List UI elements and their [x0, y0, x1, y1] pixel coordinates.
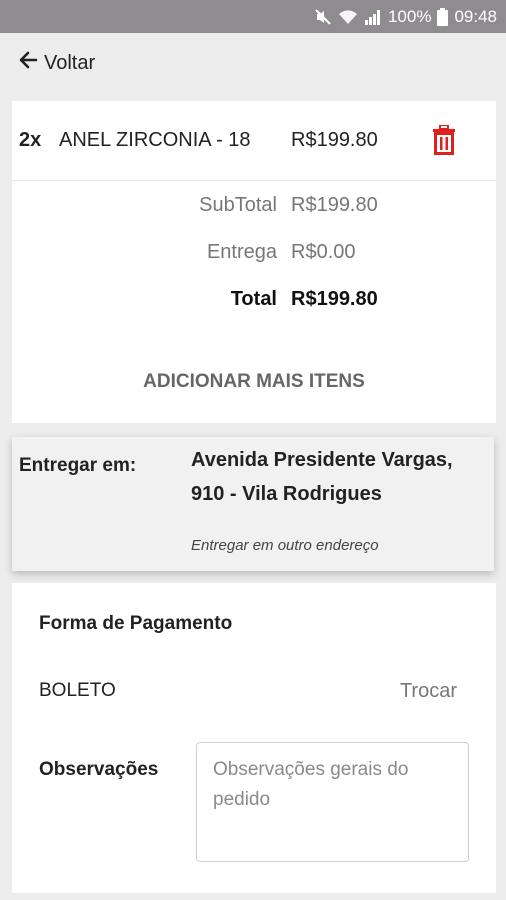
- payment-card: Forma de Pagamento BOLETO Trocar Observa…: [12, 583, 496, 893]
- delivery-fee-label: Entrega: [206, 241, 277, 263]
- trash-icon: [432, 124, 456, 160]
- subtotal-row: SubTotal R$199.80: [12, 194, 496, 224]
- item-quantity: 2x: [19, 129, 42, 151]
- battery-percentage: 100%: [387, 6, 432, 26]
- change-address-link[interactable]: Entregar em outro endereço: [191, 537, 379, 554]
- app-header: Voltar: [0, 33, 506, 93]
- subtotal-label: SubTotal: [199, 194, 277, 216]
- status-bar: 100% 09:48: [0, 0, 506, 33]
- total-row: Total R$199.80: [12, 288, 496, 318]
- back-button[interactable]: Voltar: [18, 50, 95, 76]
- change-payment-button[interactable]: Trocar: [400, 680, 457, 703]
- payment-title: Forma de Pagamento: [39, 613, 233, 634]
- delivery-fee-value: R$0.00: [291, 241, 356, 263]
- delivery-label: Entregar em:: [19, 455, 137, 476]
- clock: 09:48: [454, 6, 497, 26]
- item-price: R$199.80: [291, 129, 378, 151]
- item-name: ANEL ZIRCONIA - 18: [59, 129, 251, 151]
- signal-icon: [364, 8, 382, 26]
- observations-input[interactable]: [196, 742, 469, 862]
- arrow-left-icon: [18, 50, 38, 76]
- delivery-address-card: Entregar em: Avenida Presidente Vargas, …: [12, 437, 494, 571]
- total-value: R$199.80: [291, 288, 378, 310]
- add-more-items-button[interactable]: ADICIONAR MAIS ITENS: [12, 371, 496, 393]
- battery-icon: [437, 7, 449, 26]
- cart-card: 2x ANEL ZIRCONIA - 18 R$199.80 SubTotal …: [12, 101, 496, 423]
- delivery-address: Avenida Presidente Vargas, 910 - Vila Ro…: [191, 449, 453, 505]
- cart-item-row: 2x ANEL ZIRCONIA - 18 R$199.80: [12, 101, 496, 181]
- payment-method: BOLETO: [39, 680, 116, 701]
- delivery-fee-row: Entrega R$0.00: [12, 241, 496, 271]
- observations-label: Observações: [39, 759, 159, 780]
- mute-icon: [314, 8, 332, 26]
- subtotal-value: R$199.80: [291, 194, 378, 216]
- wifi-icon: [338, 8, 358, 26]
- remove-item-button[interactable]: [432, 124, 456, 161]
- back-label: Voltar: [44, 51, 96, 74]
- total-label: Total: [230, 288, 277, 310]
